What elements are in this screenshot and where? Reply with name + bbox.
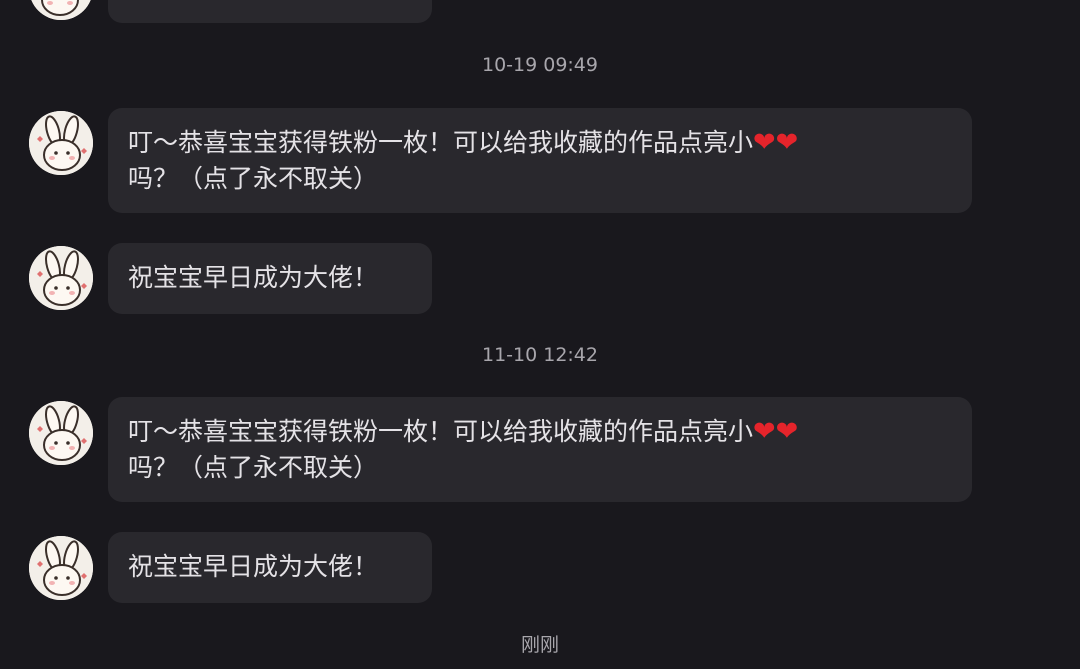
message-text-line2: 吗？（点了永不取关）	[128, 164, 379, 193]
message-text: 祝宝宝早日成为大佬！	[128, 263, 379, 292]
chat-thread: 10-19 09:49 叮～恭喜宝宝获得铁粉一枚！可以给我收藏的作品点亮小❤❤ …	[0, 0, 1080, 669]
message-bubble[interactable]: 叮～恭喜宝宝获得铁粉一枚！可以给我收藏的作品点亮小❤❤ 吗？（点了永不取关）	[108, 397, 972, 502]
bunny-avatar-icon	[29, 0, 93, 20]
sender-avatar[interactable]	[29, 536, 93, 600]
sender-avatar[interactable]	[29, 401, 93, 465]
heart-emoji: ❤❤	[753, 416, 799, 447]
bunny-avatar-icon	[29, 111, 93, 175]
bunny-avatar-icon	[29, 536, 93, 600]
sender-avatar[interactable]	[29, 111, 93, 175]
bunny-avatar-icon	[29, 401, 93, 465]
message-text: 祝宝宝早日成为大佬！	[128, 552, 379, 581]
message-bubble[interactable]: 祝宝宝早日成为大佬！	[108, 243, 432, 314]
message-bubble[interactable]: 叮～恭喜宝宝获得铁粉一枚！可以给我收藏的作品点亮小❤❤ 吗？（点了永不取关）	[108, 108, 972, 213]
timestamp: 刚刚	[520, 634, 559, 656]
message-text-line2: 吗？（点了永不取关）	[128, 453, 379, 482]
sender-avatar[interactable]	[29, 0, 93, 20]
bunny-avatar-icon	[29, 246, 93, 310]
timestamp: 11-10 12:42	[481, 344, 598, 366]
message-bubble-partial	[108, 0, 432, 23]
timestamp: 10-19 09:49	[481, 54, 598, 76]
message-bubble[interactable]: 祝宝宝早日成为大佬！	[108, 532, 432, 603]
heart-emoji: ❤❤	[753, 127, 799, 158]
message-text-line1: 叮～恭喜宝宝获得铁粉一枚！可以给我收藏的作品点亮小	[128, 128, 754, 157]
message-text-line1: 叮～恭喜宝宝获得铁粉一枚！可以给我收藏的作品点亮小	[128, 417, 754, 446]
sender-avatar[interactable]	[29, 246, 93, 310]
